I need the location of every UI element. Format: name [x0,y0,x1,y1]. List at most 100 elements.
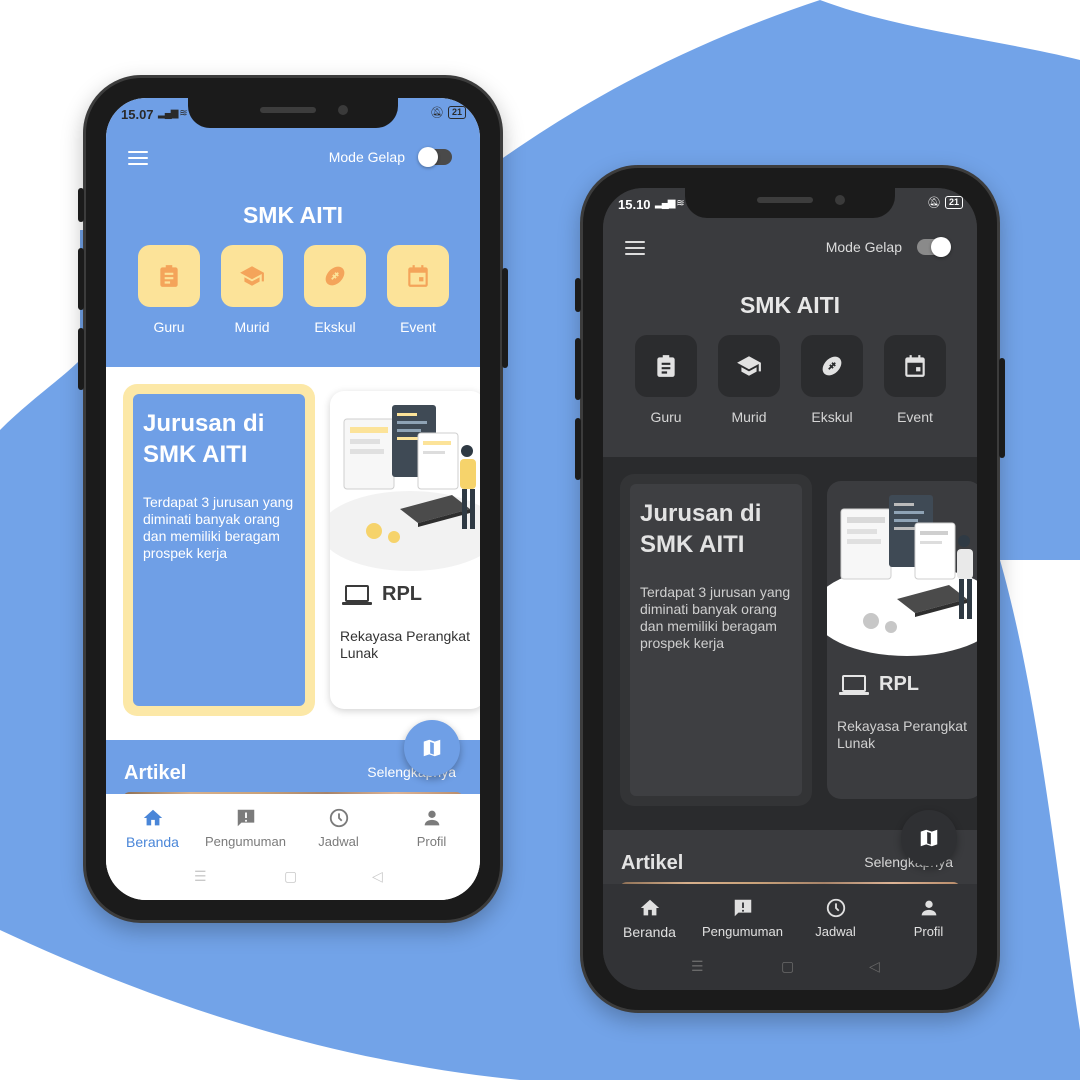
clipboard-icon [657,355,675,377]
category-event[interactable]: Event [875,335,955,425]
nav-pengumuman[interactable]: Pengumuman [696,896,789,939]
notch [685,188,895,218]
page-title: SMK AITI [739,292,841,318]
side-button [78,248,84,310]
calendar-icon [905,355,925,377]
category-event[interactable]: Event [378,245,458,335]
menu-icon[interactable] [128,151,148,165]
intro-text: Terdapat 3 jurusan yang diminati banyak … [640,584,791,651]
nav-label: Jadwal [318,834,359,849]
phone-dark: 15.10 ▂▄▆ ≋ 🔕︎ 21 Mode Gelap SMK AITI Gu… [575,165,1005,1013]
screen: 15.07 ▂▄▆ ≋ 🔕︎ 21 Mode Gelap SMK AITI Gu… [106,98,480,900]
side-button [78,328,84,390]
major-name: Rekayasa Perangkat Lunak [340,628,470,661]
side-button [575,418,581,480]
nav-jadwal[interactable]: Jadwal [789,896,882,939]
map-icon [920,829,938,847]
recent-apps-icon[interactable]: ☰ [194,868,207,885]
bottom-nav: Beranda Pengumuman Jadwal Profil ☰ ▢ ◁ [106,794,480,900]
nav-label: Pengumuman [702,924,783,939]
side-button [575,338,581,400]
category-label: Murid [234,319,270,335]
nav-label: Beranda [623,924,676,940]
status-time: 15.07 [121,107,154,122]
home-icon [143,809,162,826]
category-murid[interactable]: Murid [212,245,292,335]
signal-icon: ▂▄▆ ≋ [158,108,188,119]
menu-icon[interactable] [625,241,645,255]
mute-icon: 🔕︎ [430,107,444,119]
nav-jadwal[interactable]: Jadwal [292,806,385,849]
category-row: Guru Murid Ekskul Event [129,245,459,345]
developer-illustration [827,495,977,656]
nav-beranda[interactable]: Beranda [603,896,696,940]
announcement-icon [734,899,751,917]
home-square-icon[interactable]: ▢ [781,958,794,975]
dark-mode-toggle[interactable] [418,147,452,167]
nav-label: Profil [416,834,447,849]
clock-icon [826,898,845,918]
status-time: 15.10 [618,197,651,212]
nav-beranda[interactable]: Beranda [106,806,199,850]
clock-icon [329,808,348,828]
dark-mode-label: Mode Gelap [328,149,405,165]
major-card-rpl[interactable]: RPL Rekayasa Perangkat Lunak [330,391,480,709]
category-row: Guru Murid Ekskul Event [626,335,956,435]
category-ekskul[interactable]: Ekskul [792,335,872,425]
header-area: 15.07 ▂▄▆ ≋ 🔕︎ 21 Mode Gelap SMK AITI Gu… [106,98,480,367]
developer-illustration [330,405,480,571]
category-label: Event [400,319,436,335]
intro-heading: Jurusan di SMK AITI [143,410,265,468]
major-code: RPL [382,583,422,605]
category-ekskul[interactable]: Ekskul [295,245,375,335]
nav-label: Profil [913,924,944,939]
majors-section: Jurusan di SMK AITI Terdapat 3 jurusan y… [106,367,480,740]
bottom-nav: Beranda Pengumuman Jadwal Profil ☰ ▢ ◁ [603,884,977,990]
nav-label: Jadwal [815,924,856,939]
home-square-icon[interactable]: ▢ [284,868,297,885]
battery-icon: 21 [447,106,466,119]
category-label: Event [897,409,933,425]
football-icon [822,356,842,376]
nav-profil[interactable]: Profil [385,806,478,849]
laptop-icon [839,674,869,695]
major-card-rpl[interactable]: RPL Rekayasa Perangkat Lunak [827,481,977,799]
home-icon [640,899,659,916]
intro-card: Jurusan di SMK AITI Terdapat 3 jurusan y… [123,384,315,716]
system-nav-bar: ☰ ▢ ◁ [106,868,480,888]
back-icon[interactable]: ◁ [372,868,383,885]
nav-pengumuman[interactable]: Pengumuman [199,806,292,849]
phone-light: 15.07 ▂▄▆ ≋ 🔕︎ 21 Mode Gelap SMK AITI Gu… [78,75,508,923]
map-icon [423,739,441,757]
map-button[interactable] [901,810,957,866]
map-button[interactable] [404,720,460,776]
dark-mode-toggle[interactable] [917,237,951,257]
side-button [502,268,508,368]
battery-icon: 21 [944,196,963,209]
category-guru[interactable]: Guru [626,335,706,425]
major-code: RPL [879,673,919,695]
side-button [999,358,1005,458]
graduation-cap-icon [240,266,264,286]
major-name: Rekayasa Perangkat Lunak [837,718,967,751]
intro-card: Jurusan di SMK AITI Terdapat 3 jurusan y… [620,474,812,806]
category-label: Murid [731,409,767,425]
system-nav-bar: ☰ ▢ ◁ [603,958,977,978]
mute-icon: 🔕︎ [927,197,941,209]
nav-label: Beranda [126,834,179,850]
laptop-icon [342,584,372,605]
football-icon [325,266,345,286]
nav-profil[interactable]: Profil [882,896,975,939]
article-heading: Artikel [124,762,187,784]
nav-label: Pengumuman [205,834,286,849]
back-icon[interactable]: ◁ [869,958,880,975]
screen: 15.10 ▂▄▆ ≋ 🔕︎ 21 Mode Gelap SMK AITI Gu… [603,188,977,990]
header-area: 15.10 ▂▄▆ ≋ 🔕︎ 21 Mode Gelap SMK AITI Gu… [603,188,977,457]
person-icon [921,900,936,916]
category-guru[interactable]: Guru [129,245,209,335]
intro-text: Terdapat 3 jurusan yang diminati banyak … [143,494,294,561]
category-murid[interactable]: Murid [709,335,789,425]
category-label: Guru [650,409,682,425]
side-button [575,278,581,312]
recent-apps-icon[interactable]: ☰ [691,958,704,975]
